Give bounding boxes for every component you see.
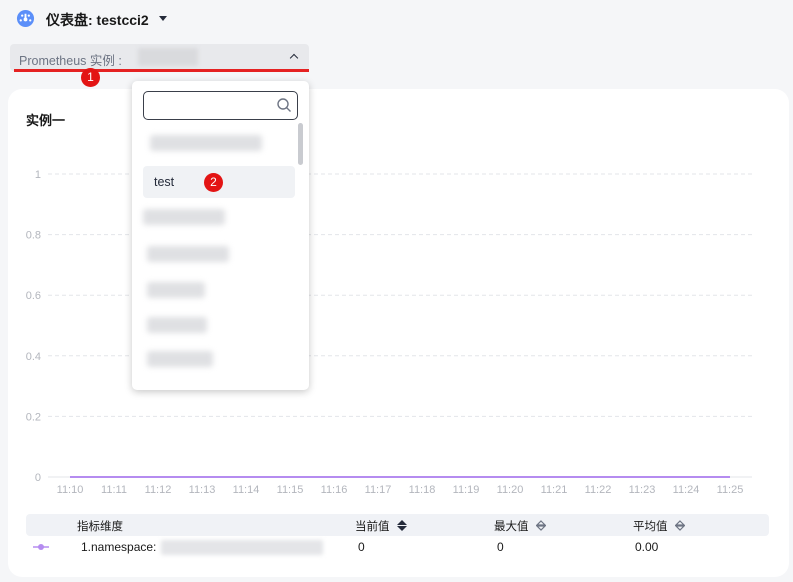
dropdown-option[interactable] xyxy=(143,238,295,270)
line-chart: 0 0.2 0.4 0.6 0.8 1 11:10 11:11 11:12 11:13 11:14 1… xyxy=(26,169,752,496)
x-tick-label: 11:14 xyxy=(233,484,260,496)
x-tick-label: 11:23 xyxy=(629,484,656,496)
dropdown-option[interactable] xyxy=(143,309,295,341)
sort-active-icon[interactable] xyxy=(397,520,407,531)
x-tick-label: 11:16 xyxy=(321,484,348,496)
y-tick-label: 0.8 xyxy=(26,230,41,242)
y-tick-label: 0.6 xyxy=(26,290,41,302)
sort-icon[interactable] xyxy=(675,520,685,531)
header-avg[interactable]: 平均值 xyxy=(633,518,668,534)
x-tick-label: 11:10 xyxy=(57,484,84,496)
x-tick-label: 11:25 xyxy=(717,484,744,496)
x-tick-label: 11:12 xyxy=(145,484,172,496)
header-current[interactable]: 当前值 xyxy=(355,518,390,534)
y-tick-label: 0.4 xyxy=(26,351,41,363)
sort-icon[interactable] xyxy=(536,520,546,531)
header-dimension: 指标维度 xyxy=(77,521,123,533)
y-tick-label: 1 xyxy=(35,169,41,181)
dropdown-option-redacted xyxy=(147,282,205,298)
header-max[interactable]: 最大值 xyxy=(494,518,529,534)
instance-search-input[interactable] xyxy=(143,91,298,120)
search-icon[interactable] xyxy=(276,97,292,113)
dropdown-option[interactable] xyxy=(143,343,295,375)
dropdown-option[interactable] xyxy=(143,201,295,233)
x-tick-label: 11:11 xyxy=(101,484,127,496)
step-marker-2: 2 xyxy=(204,173,223,192)
row-dimension-redacted xyxy=(161,540,323,555)
instance-dropdown: test 2 xyxy=(132,81,309,390)
dropdown-option[interactable]: test 2 xyxy=(143,166,295,198)
row-current: 0 xyxy=(358,540,365,554)
series-legend-icon xyxy=(33,544,49,550)
x-tick-label: 11:22 xyxy=(585,484,612,496)
x-tick-label: 11:17 xyxy=(365,484,392,496)
dropdown-option-redacted xyxy=(147,246,229,262)
x-tick-label: 11:20 xyxy=(497,484,524,496)
row-avg: 0.00 xyxy=(635,540,659,554)
dropdown-option-redacted xyxy=(143,209,225,225)
x-tick-label: 11:21 xyxy=(541,484,568,496)
table-row: 1.namespace: 0 0 0.00 xyxy=(26,537,769,559)
x-tick-label: 11:15 xyxy=(277,484,304,496)
dropdown-option-redacted xyxy=(150,135,262,151)
y-tick-label: 0.2 xyxy=(26,411,41,423)
x-tick-label: 11:24 xyxy=(673,484,700,496)
metrics-table-header: 指标维度 当前值 最大值 平均值 xyxy=(26,514,769,536)
dropdown-option-redacted xyxy=(147,351,213,367)
row-dimension: 1.namespace: xyxy=(81,540,157,554)
dropdown-option-label: test xyxy=(154,175,175,189)
dropdown-option-redacted xyxy=(147,317,207,333)
x-tick-label: 11:19 xyxy=(453,484,480,496)
y-tick-label: 0 xyxy=(35,472,41,484)
x-tick-label: 11:18 xyxy=(409,484,436,496)
x-tick-label: 11:13 xyxy=(189,484,216,496)
row-max: 0 xyxy=(497,540,504,554)
dropdown-option[interactable] xyxy=(143,127,295,159)
dropdown-scrollbar[interactable] xyxy=(298,123,303,165)
dropdown-option[interactable] xyxy=(143,274,295,306)
